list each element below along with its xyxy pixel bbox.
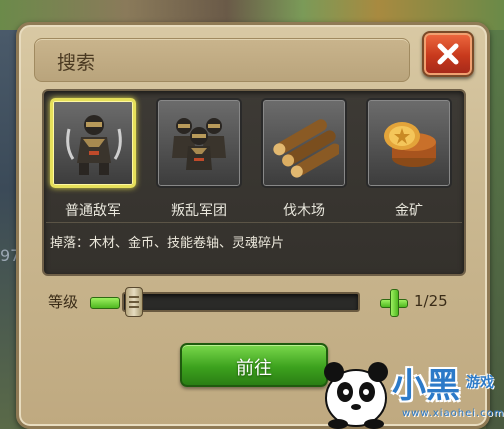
- category-label-rebel-legion: 叛乱军团: [171, 203, 227, 219]
- level-count: 1/25: [414, 292, 448, 310]
- category-tile-lumber-mill[interactable]: [261, 98, 347, 188]
- close-x-icon: [437, 43, 459, 65]
- panel-divider: [46, 222, 462, 223]
- category-tile-normal-enemy[interactable]: [50, 98, 136, 188]
- watermark-url: www.xiaohei.com: [402, 408, 504, 419]
- close-button[interactable]: [422, 31, 474, 77]
- category-label-normal-enemy: 普通敌军: [65, 203, 121, 219]
- category-tile-gold-mine[interactable]: [366, 98, 452, 188]
- category-tile-rebel-legion[interactable]: [156, 98, 242, 188]
- panda-mascot-icon: [324, 362, 388, 429]
- plus-icon-vertical: [390, 289, 399, 317]
- level-slider-handle[interactable]: [125, 287, 143, 317]
- level-slider-track[interactable]: [122, 292, 360, 312]
- watermark-logo: 小黑 游戏 www.xiaohei.com: [318, 352, 504, 429]
- level-decrease-button[interactable]: [90, 297, 120, 309]
- ninja-squad-icon: [172, 118, 226, 170]
- ninja-soldier-icon: [66, 115, 122, 175]
- wood-logs-icon: [273, 119, 339, 178]
- dialog-title: 搜索: [57, 52, 96, 74]
- drops-text: 掉落：木材、金币、技能卷轴、灵魂碎片: [50, 236, 285, 251]
- category-label-gold-mine: 金矿: [395, 203, 423, 219]
- level-label: 等级: [48, 293, 79, 311]
- gold-coins-icon: [384, 122, 436, 167]
- level-increase-button[interactable]: [380, 289, 408, 317]
- go-button-label: 前往: [236, 358, 272, 379]
- watermark-brand: 小黑: [392, 366, 460, 406]
- watermark-brand-suffix: 游戏: [466, 375, 494, 391]
- go-button[interactable]: 前往: [180, 343, 328, 387]
- category-label-lumber-mill: 伐木场: [283, 203, 325, 219]
- dialog-title-bar: 搜索: [34, 38, 410, 82]
